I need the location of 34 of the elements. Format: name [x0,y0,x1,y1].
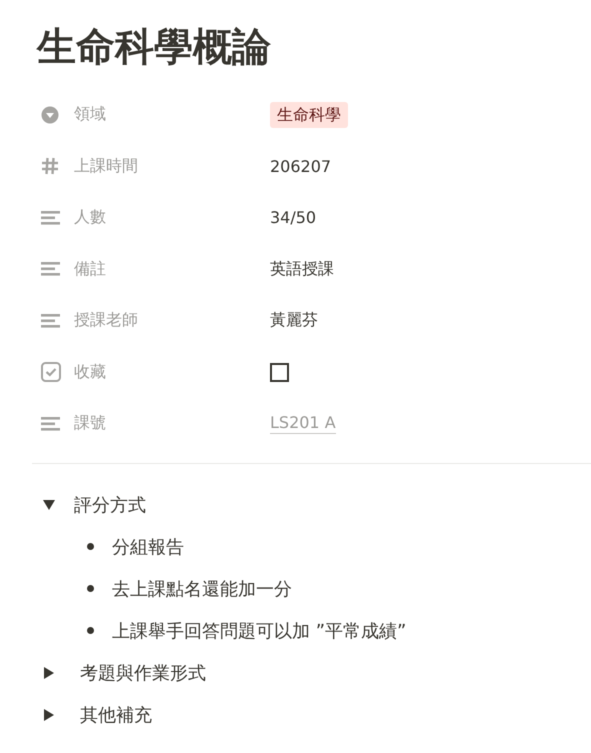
toggle-heading: 考題與作業形式 [80,662,206,684]
triangle-right-icon[interactable] [43,666,55,678]
link[interactable]: LS201 A [270,413,336,434]
triangle-right-icon[interactable] [43,708,55,720]
text-lines-icon [41,210,61,226]
bullet-icon [87,585,94,592]
text-lines-icon [41,312,61,329]
checkbox[interactable] [270,362,289,382]
text-lines-icon [41,261,61,278]
text-lines-icon [41,416,61,432]
hash-icon [41,157,59,176]
list-item-text: 上課舉手回答問題可以加 ”平常成績” [112,620,406,642]
property-label: 課號 [74,413,107,434]
list-item-text: 分組報告 [112,536,184,558]
toggle-heading: 評分方式 [74,494,146,516]
property-value: 黃麗芬 [270,310,318,332]
bullet-icon [87,627,94,634]
property-label: 上課時間 [74,156,139,177]
tag: 生命科學 [270,102,348,128]
property-label: 人數 [74,207,107,228]
triangle-down-icon[interactable] [43,498,55,510]
list-item-text: 去上課點名還能加一分 [112,578,292,600]
property-label: 備註 [74,258,107,280]
checkbox-icon [41,362,61,382]
property-value: 34/50 [270,208,316,228]
property-label: 收藏 [74,362,107,383]
property-label: 授課老師 [74,310,139,332]
page-title: 生命科學概論 [37,24,272,72]
toggle-heading: 其他補充 [80,704,152,726]
bullet-icon [87,543,94,550]
dropdown-circle-icon [41,106,59,124]
property-value: 206207 [270,156,332,176]
property-label: 領域 [74,104,107,126]
property-value: 英語授課 [270,258,334,280]
